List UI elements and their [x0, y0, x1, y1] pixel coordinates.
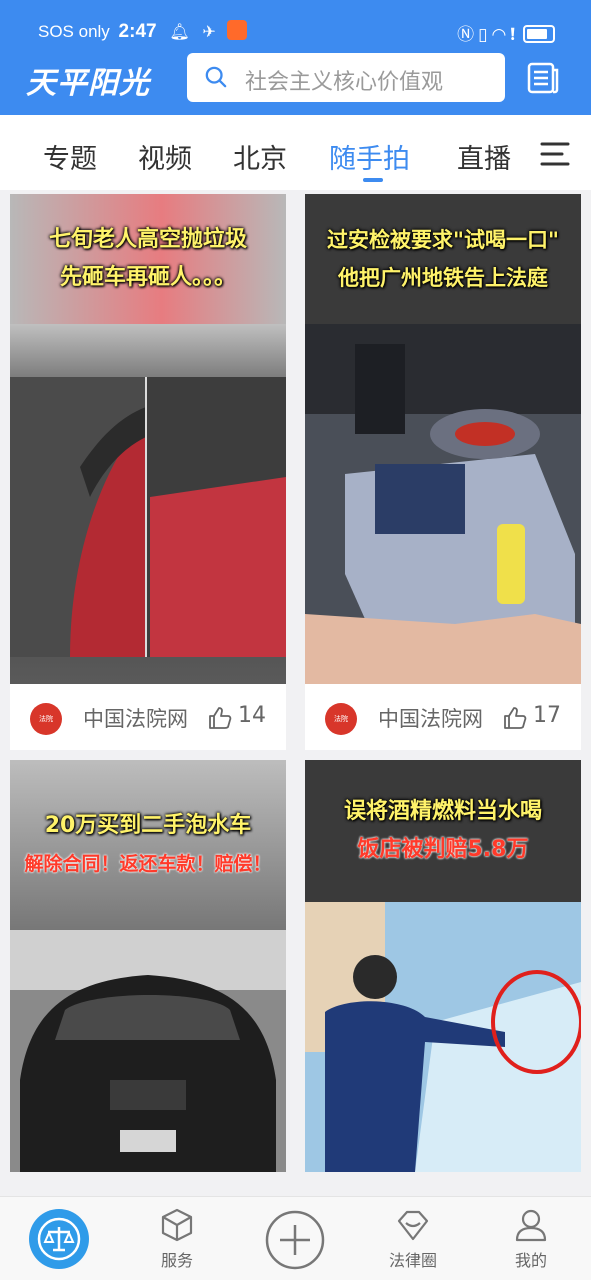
tab-suishoupai[interactable]: 随手拍 — [329, 137, 410, 176]
wifi-icon: ◠ — [491, 25, 511, 45]
like-count: 17 — [533, 703, 561, 728]
diamond-icon — [397, 1210, 429, 1241]
card-image: 误将酒精燃料当水喝 饭店被判赔5.8万 — [305, 760, 581, 1172]
nav-home[interactable] — [29, 1209, 89, 1269]
search-icon — [205, 66, 227, 88]
app-notification-icon — [226, 20, 247, 40]
alert-icon: ❗︎ — [510, 25, 519, 45]
card-headline-line1: 过安检被要求"试喝一口" — [327, 228, 559, 252]
app-header: SOS only 2:47 🔔︎ ✈︎ Ⓝ▯◠❗︎ 天平阳光 社会主义核心价值观 — [0, 0, 591, 115]
card-meta: 法院 中国法院网 14 — [10, 688, 286, 750]
card-headline-line2: 他把广州地铁告上法庭 — [338, 266, 548, 290]
feed-card[interactable]: 20万买到二手泡水车 解除合同！返还车款！赔偿！ — [10, 760, 286, 1172]
battery-icon — [523, 25, 555, 43]
card-meta: 法院 中国法院网 17 — [305, 688, 581, 750]
source-avatar: 法院 — [325, 703, 357, 735]
news-list-icon[interactable] — [527, 62, 559, 94]
card-headline-line2: 先砸车再砸人。。。 — [59, 265, 236, 290]
nav-service[interactable]: 服务 — [142, 1207, 212, 1271]
nav-service-label: 服务 — [160, 1251, 193, 1270]
cctv-photo — [305, 902, 581, 1172]
feed-card[interactable]: 过安检被要求"试喝一口" 他把广州地铁告上法庭 法院 中国法院网 17 — [305, 194, 581, 750]
card-banner: 七旬老人高空抛垃圾 先砸车再砸人。。。 — [10, 194, 286, 324]
scanner-photo — [305, 324, 581, 684]
person-icon — [515, 1209, 547, 1242]
feed-card[interactable]: 误将酒精燃料当水喝 饭店被判赔5.8万 — [305, 760, 581, 1172]
bottom-nav: 服务 法律圈 我的 — [0, 1196, 591, 1280]
car-photo — [10, 377, 286, 657]
category-tabs: 专题 视频 北京 随手拍 直播 — [0, 115, 591, 190]
bell-icon: 🔔︎ — [169, 24, 190, 41]
card-source: 中国法院网 — [83, 707, 188, 731]
bird-icon: ✈︎ — [202, 24, 216, 41]
status-right: Ⓝ▯◠❗︎ — [457, 20, 555, 45]
status-left: SOS only 2:47 🔔︎ ✈︎ — [38, 20, 247, 43]
card-banner: 20万买到二手泡水车 解除合同！返还车款！赔偿！ — [10, 760, 286, 930]
car-photo — [10, 930, 286, 1172]
card-image: 七旬老人高空抛垃圾 先砸车再砸人。。。 — [10, 194, 286, 684]
nav-law-circle[interactable]: 法律圈 — [378, 1207, 448, 1271]
thumbs-up-icon[interactable] — [208, 706, 232, 730]
active-tab-indicator — [363, 178, 383, 182]
tab-zhibo[interactable]: 直播 — [457, 137, 511, 176]
search-bar[interactable]: 社会主义核心价值观 — [187, 53, 505, 102]
vibrate-icon: ▯ — [478, 25, 492, 45]
card-headline-line1: 20万买到二手泡水车 — [44, 813, 252, 838]
add-icon[interactable] — [264, 1209, 326, 1271]
carrier-text: SOS only — [38, 22, 110, 41]
nav-profile[interactable]: 我的 — [496, 1207, 566, 1271]
nfc-icon: Ⓝ — [457, 25, 479, 45]
like-count: 14 — [238, 703, 266, 728]
scales-icon — [37, 1217, 81, 1261]
card-image: 20万买到二手泡水车 解除合同！返还车款！赔偿！ — [10, 760, 286, 1172]
tab-beijing[interactable]: 北京 — [233, 137, 287, 176]
card-banner: 过安检被要求"试喝一口" 他把广州地铁告上法庭 — [305, 194, 581, 324]
card-image: 过安检被要求"试喝一口" 他把广州地铁告上法庭 — [305, 194, 581, 684]
source-avatar: 法院 — [30, 703, 62, 735]
card-headline-line1: 误将酒精燃料当水喝 — [343, 799, 542, 824]
thumbs-up-icon[interactable] — [503, 706, 527, 730]
status-bar: SOS only 2:47 🔔︎ ✈︎ Ⓝ▯◠❗︎ — [0, 16, 591, 50]
app-logo: 天平阳光 — [26, 66, 150, 101]
menu-icon[interactable] — [540, 141, 570, 167]
tab-zhuanti[interactable]: 专题 — [43, 137, 97, 176]
tab-shipin[interactable]: 视频 — [138, 137, 192, 176]
cube-icon — [161, 1208, 193, 1242]
nav-law-circle-label: 法律圈 — [388, 1251, 437, 1270]
feed-card[interactable]: 七旬老人高空抛垃圾 先砸车再砸人。。。 法院 中国法院网 14 — [10, 194, 286, 750]
card-headline-line2: 解除合同！返还车款！赔偿！ — [24, 853, 272, 875]
nav-profile-label: 我的 — [514, 1251, 547, 1270]
card-banner: 误将酒精燃料当水喝 饭店被判赔5.8万 — [305, 760, 581, 902]
card-source: 中国法院网 — [378, 707, 483, 731]
card-headline-line2: 饭店被判赔5.8万 — [357, 837, 529, 862]
card-headline-line1: 七旬老人高空抛垃圾 — [48, 227, 247, 252]
search-placeholder: 社会主义核心价值观 — [245, 70, 444, 95]
clock: 2:47 — [118, 21, 157, 42]
